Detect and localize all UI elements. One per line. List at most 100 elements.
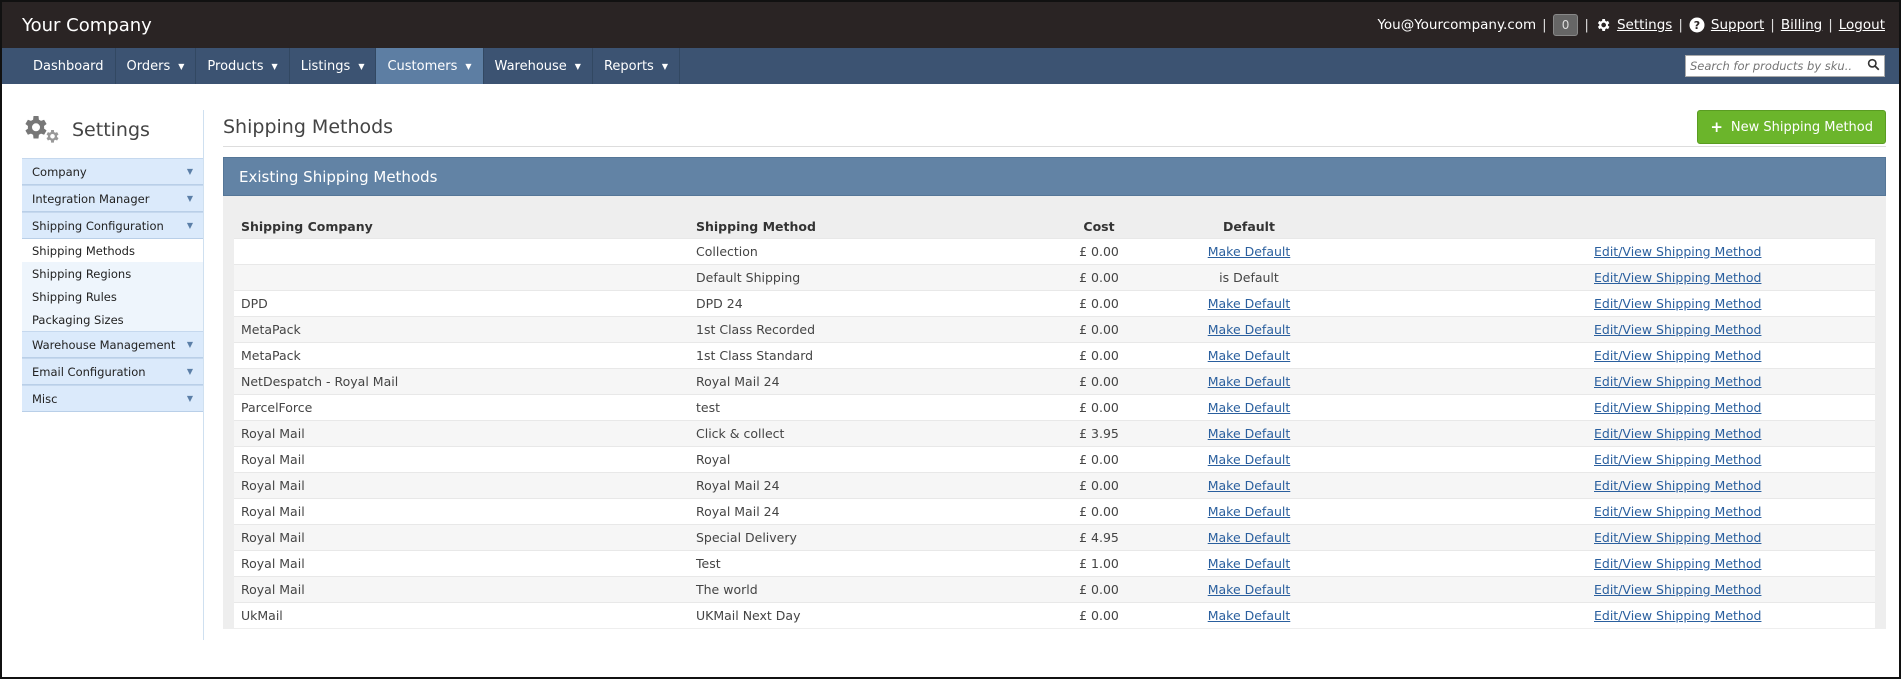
edit-shipping-method-link[interactable]: Edit/View Shipping Method xyxy=(1594,426,1761,441)
page-title: Shipping Methods xyxy=(223,116,394,138)
separator: | xyxy=(1678,17,1683,33)
make-default-link[interactable]: Make Default xyxy=(1208,556,1291,571)
sidebar-section-misc[interactable]: Misc ▼ xyxy=(22,385,203,412)
cell-company: DPD xyxy=(234,289,689,316)
cell-cost: £ 3.95 xyxy=(1044,419,1154,446)
sidebar-item-packaging-sizes[interactable]: Packaging Sizes xyxy=(22,308,203,331)
caret-down-icon: ▼ xyxy=(186,194,193,203)
cell-company: Royal Mail xyxy=(234,497,689,524)
section-label: Company xyxy=(32,164,87,179)
table-body: Collection £ 0.00 Make Default Edit/View Sh… xyxy=(234,237,1875,628)
gear-icon xyxy=(1595,17,1611,33)
nav-products[interactable]: Products ▼ xyxy=(196,48,290,84)
nav-label: Products xyxy=(207,58,264,74)
cell-default: Make Default xyxy=(1154,601,1344,628)
nav-label: Dashboard xyxy=(33,58,104,74)
notification-count-badge[interactable]: 0 xyxy=(1552,14,1579,36)
cell-method: The world xyxy=(689,575,1044,602)
cell-cost: £ 0.00 xyxy=(1044,341,1154,368)
main-header: Shipping Methods + New Shipping Method xyxy=(223,110,1886,147)
support-link[interactable]: Support xyxy=(1711,17,1764,33)
cell-company: Royal Mail xyxy=(234,523,689,550)
edit-shipping-method-link[interactable]: Edit/View Shipping Method xyxy=(1594,478,1761,493)
make-default-link[interactable]: Make Default xyxy=(1208,608,1291,623)
sidebar-item-shipping-rules[interactable]: Shipping Rules xyxy=(22,285,203,308)
cell-cost: £ 0.00 xyxy=(1044,393,1154,420)
billing-link[interactable]: Billing xyxy=(1781,17,1822,33)
edit-shipping-method-link[interactable]: Edit/View Shipping Method xyxy=(1594,374,1761,389)
make-default-link[interactable]: Make Default xyxy=(1208,400,1291,415)
cell-cost: £ 1.00 xyxy=(1044,549,1154,576)
logout-link[interactable]: Logout xyxy=(1839,17,1885,33)
search-input[interactable] xyxy=(1690,59,1867,73)
nav-orders[interactable]: Orders ▼ xyxy=(116,48,197,84)
cell-actions: Edit/View Shipping Method xyxy=(1344,263,1875,290)
edit-shipping-method-link[interactable]: Edit/View Shipping Method xyxy=(1594,322,1761,337)
account-area: You@Yourcompany.com | 0 | Settings | ? S… xyxy=(1377,14,1885,36)
edit-shipping-method-link[interactable]: Edit/View Shipping Method xyxy=(1594,530,1761,545)
make-default-link[interactable]: Make Default xyxy=(1208,504,1291,519)
cell-method: 1st Class Standard xyxy=(689,341,1044,368)
edit-shipping-method-link[interactable]: Edit/View Shipping Method xyxy=(1594,400,1761,415)
edit-shipping-method-link[interactable]: Edit/View Shipping Method xyxy=(1594,244,1761,259)
make-default-link[interactable]: Make Default xyxy=(1208,322,1291,337)
nav-customers[interactable]: Customers ▼ xyxy=(376,48,484,84)
cell-company: UkMail xyxy=(234,601,689,628)
edit-shipping-method-link[interactable]: Edit/View Shipping Method xyxy=(1594,556,1761,571)
edit-shipping-method-link[interactable]: Edit/View Shipping Method xyxy=(1594,452,1761,467)
cell-company: Royal Mail xyxy=(234,445,689,472)
make-default-link[interactable]: Make Default xyxy=(1208,374,1291,389)
edit-shipping-method-link[interactable]: Edit/View Shipping Method xyxy=(1594,296,1761,311)
nav-listings[interactable]: Listings ▼ xyxy=(290,48,377,84)
cell-default: Make Default xyxy=(1154,575,1344,602)
nav-dashboard[interactable]: Dashboard xyxy=(22,48,116,84)
brand-name[interactable]: Your Company xyxy=(22,15,152,36)
make-default-link[interactable]: Make Default xyxy=(1208,348,1291,363)
nav-label: Reports xyxy=(603,58,654,74)
panel-body: Shipping Company Shipping Method Cost De… xyxy=(223,196,1886,629)
cell-default: Make Default xyxy=(1154,523,1344,550)
table-row: UkMail UKMail Next Day £ 0.00 Make Default E… xyxy=(234,601,1875,628)
cell-actions: Edit/View Shipping Method xyxy=(1344,341,1875,368)
sidebar-item-shipping-regions[interactable]: Shipping Regions xyxy=(22,262,203,285)
new-shipping-method-button[interactable]: + New Shipping Method xyxy=(1697,110,1886,144)
sidebar-item-shipping-methods[interactable]: Shipping Methods xyxy=(22,239,203,262)
sidebar-section-email-configuration[interactable]: Email Configuration ▼ xyxy=(22,358,203,385)
settings-link[interactable]: Settings xyxy=(1617,17,1672,33)
make-default-link[interactable]: Make Default xyxy=(1208,426,1291,441)
cell-method: Default Shipping xyxy=(689,263,1044,290)
sidebar-section-company[interactable]: Company ▼ xyxy=(22,158,203,185)
caret-down-icon: ▼ xyxy=(271,61,278,71)
search-icon[interactable] xyxy=(1867,58,1880,75)
make-default-link[interactable]: Make Default xyxy=(1208,244,1291,259)
sidebar-section-warehouse-management[interactable]: Warehouse Management ▼ xyxy=(22,331,203,358)
caret-down-icon: ▼ xyxy=(186,340,193,349)
nav-reports[interactable]: Reports ▼ xyxy=(593,48,680,84)
sidebar-section-integration-manager[interactable]: Integration Manager ▼ xyxy=(22,185,203,212)
is-default-label: is Default xyxy=(1219,269,1279,285)
section-label: Integration Manager xyxy=(32,191,150,206)
cell-cost: £ 0.00 xyxy=(1044,471,1154,498)
edit-shipping-method-link[interactable]: Edit/View Shipping Method xyxy=(1594,608,1761,623)
cell-method: Royal Mail 24 xyxy=(689,471,1044,498)
cell-cost: £ 0.00 xyxy=(1044,289,1154,316)
make-default-link[interactable]: Make Default xyxy=(1208,478,1291,493)
make-default-link[interactable]: Make Default xyxy=(1208,582,1291,597)
nav-warehouse[interactable]: Warehouse ▼ xyxy=(484,48,593,84)
column-header-method: Shipping Method xyxy=(696,219,816,235)
make-default-link[interactable]: Make Default xyxy=(1208,530,1291,545)
edit-shipping-method-link[interactable]: Edit/View Shipping Method xyxy=(1594,270,1761,285)
make-default-link[interactable]: Make Default xyxy=(1208,452,1291,467)
cell-method: Test xyxy=(689,549,1044,576)
edit-shipping-method-link[interactable]: Edit/View Shipping Method xyxy=(1594,582,1761,597)
sidebar-section-shipping-configuration[interactable]: Shipping Configuration ▼ xyxy=(22,212,203,239)
edit-shipping-method-link[interactable]: Edit/View Shipping Method xyxy=(1594,504,1761,519)
make-default-link[interactable]: Make Default xyxy=(1208,296,1291,311)
table-row: MetaPack 1st Class Recorded £ 0.00 Make Def… xyxy=(234,315,1875,342)
cell-default: Make Default xyxy=(1154,237,1344,264)
cell-company: ParcelForce xyxy=(234,393,689,420)
edit-shipping-method-link[interactable]: Edit/View Shipping Method xyxy=(1594,348,1761,363)
table-row: DPD DPD 24 £ 0.00 Make Default Edit/View Shi… xyxy=(234,289,1875,316)
cell-company: MetaPack xyxy=(234,341,689,368)
cell-cost: £ 0.00 xyxy=(1044,367,1154,394)
